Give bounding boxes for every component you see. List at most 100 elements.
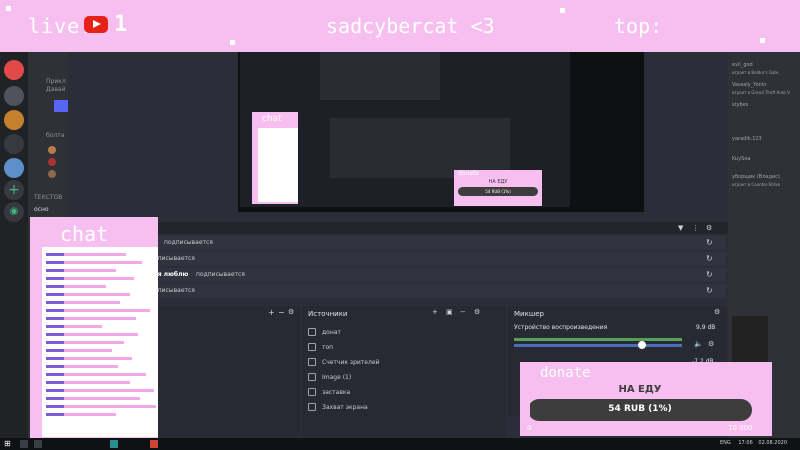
member-activity: играет в Grand Theft Auto V: [732, 90, 790, 95]
taskbar-app-icon[interactable]: [34, 440, 42, 448]
chat-message: [46, 253, 126, 256]
game-thumbnail: [732, 316, 768, 368]
member-name[interactable]: yaradik.123: [732, 136, 762, 142]
member-activity: играет в Counter-Strike: [732, 182, 781, 187]
channel-snippet: болта: [46, 132, 65, 139]
preview-goal-name: НА ЕДУ: [488, 179, 508, 185]
member-name[interactable]: stybes: [732, 102, 748, 108]
obs-preview: chat donate НА ЕДУ 54 RUB (1%): [238, 52, 644, 212]
clock-date[interactable]: 02.08.2020: [758, 440, 787, 446]
join-button[interactable]: [54, 100, 68, 112]
monitor-icon: [308, 403, 316, 411]
explore-icon[interactable]: ◉: [4, 202, 24, 222]
image-source-icon: [308, 388, 316, 396]
add-source-icon[interactable]: +: [432, 308, 438, 316]
source-settings-icon[interactable]: ⚙: [474, 308, 480, 316]
server-icon[interactable]: [4, 134, 24, 154]
scene-settings-icon[interactable]: ⚙: [288, 308, 294, 316]
folder-icon[interactable]: ▣: [446, 308, 453, 316]
chat-message: [46, 261, 142, 264]
pixel-sparkle: [760, 38, 765, 43]
streamer-name: sadcybercat <3: [326, 14, 495, 38]
browser-source-icon: [308, 328, 316, 336]
top-donors-label: top:: [614, 14, 663, 38]
channel-category: ТЕКСТОВ: [34, 194, 63, 201]
remove-source-icon[interactable]: −: [460, 308, 466, 316]
activity-row: тебя люблю подписывается ↻: [68, 268, 726, 282]
chat-message: [46, 301, 120, 304]
taskbar-app-icon[interactable]: [20, 440, 28, 448]
sources-title: Источники: [308, 310, 348, 318]
donate-title: donate: [540, 365, 591, 381]
volume-slider[interactable]: [514, 344, 682, 347]
replay-icon[interactable]: ↻: [706, 254, 713, 263]
chat-message: [46, 381, 130, 384]
mixer-settings-icon[interactable]: ⚙: [714, 308, 720, 316]
windows-start-icon[interactable]: ⊞: [4, 440, 12, 448]
member-name[interactable]: evil_god: [732, 62, 753, 68]
goal-max: 10 000: [728, 424, 753, 432]
youtube-icon: [84, 16, 108, 33]
chat-message: [46, 293, 130, 296]
chat-message: [46, 373, 146, 376]
member-activity: играет в Baldur's Gate: [732, 70, 779, 75]
filter-icon[interactable]: ▼: [678, 224, 683, 232]
taskbar-app-icon[interactable]: [150, 440, 158, 448]
preview-donate-title: donate: [458, 170, 480, 177]
member-name[interactable]: KuySea: [732, 156, 750, 162]
chat-message: [46, 333, 138, 336]
taskbar-app-icon[interactable]: [110, 440, 118, 448]
source-item[interactable]: Image (1): [308, 373, 351, 381]
add-scene-icon[interactable]: +: [268, 308, 275, 317]
windows-taskbar: ⊞ ENG 17:06 02.08.2020: [0, 438, 800, 450]
server-icon[interactable]: [4, 110, 24, 130]
replay-icon[interactable]: ↻: [706, 238, 713, 247]
settings-icon[interactable]: ⚙: [706, 224, 712, 232]
remove-scene-icon[interactable]: −: [278, 308, 285, 317]
chat-message: [46, 325, 102, 328]
source-label: заставка: [322, 388, 351, 396]
channel-snippet: Давай: [46, 86, 66, 93]
clock-time[interactable]: 17:06: [738, 440, 752, 446]
server-icon[interactable]: [4, 86, 24, 106]
source-label: Захват экрана: [322, 403, 368, 411]
server-icon[interactable]: [4, 60, 24, 80]
replay-icon[interactable]: ↻: [706, 286, 713, 295]
pixel-sparkle: [560, 8, 565, 13]
system-tray: ENG 17:06 02.08.2020: [720, 440, 787, 446]
source-item[interactable]: Захват экрана: [308, 403, 368, 411]
preview-nested-obs: [320, 52, 440, 100]
chat-message: [46, 341, 124, 344]
source-label: топ: [322, 343, 334, 351]
member-name[interactable]: Vassaly_Yonin: [732, 82, 766, 88]
speaker-icon[interactable]: 🔈: [694, 340, 703, 348]
image-source-icon: [308, 373, 316, 381]
mixer-title: Микшер: [514, 310, 544, 318]
language-indicator[interactable]: ENG: [720, 440, 731, 446]
server-icon[interactable]: [4, 158, 24, 178]
mixer-device-name: Устройство воспроизведения: [514, 324, 608, 331]
mixer-channel-settings-icon[interactable]: ⚙: [708, 340, 714, 348]
mixer-level: 9,9 dB: [696, 324, 716, 331]
pixel-sparkle: [230, 40, 235, 45]
channel-item[interactable]: осно: [34, 206, 49, 213]
preview-chat-overlay: chat: [252, 112, 298, 204]
more-icon[interactable]: ⋮: [692, 224, 699, 232]
chat-message: [46, 397, 140, 400]
channel-snippet: Прикл: [46, 78, 66, 85]
goal-name: НА ЕДУ: [618, 384, 662, 395]
volume-slider-handle[interactable]: [638, 341, 646, 349]
chat-message: [46, 365, 118, 368]
source-item[interactable]: донат: [308, 328, 341, 336]
preview-chat-body: [258, 128, 298, 202]
replay-icon[interactable]: ↻: [706, 270, 713, 279]
chat-message: [46, 405, 156, 408]
source-item[interactable]: Счетчик зрителей: [308, 358, 379, 366]
source-item[interactable]: заставка: [308, 388, 350, 396]
member-name[interactable]: уборщик (Владис): [732, 174, 780, 180]
pixel-sparkle: [6, 6, 11, 11]
youtube-viewer-count: 1: [114, 12, 128, 37]
add-server-icon[interactable]: +: [4, 180, 24, 200]
stream-overlay-banner: live: 1 sadcybercat <3 top:: [0, 0, 800, 52]
source-item[interactable]: топ: [308, 343, 333, 351]
